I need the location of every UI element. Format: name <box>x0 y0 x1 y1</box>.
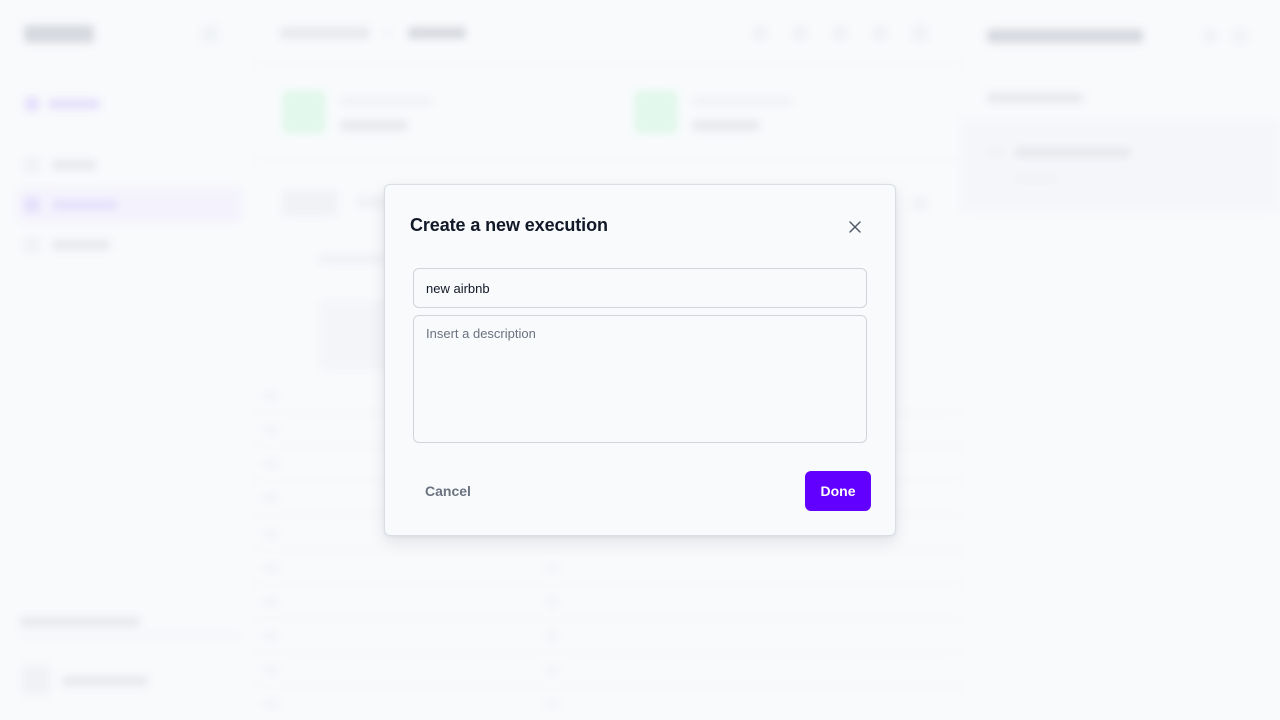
execution-name-input[interactable] <box>413 268 867 308</box>
done-button[interactable]: Done <box>805 471 871 511</box>
close-button[interactable] <box>845 217 865 237</box>
cancel-button[interactable]: Cancel <box>413 472 483 510</box>
close-icon <box>849 221 861 233</box>
execution-description-input[interactable] <box>413 315 867 443</box>
create-execution-modal: Create a new execution Cancel Done <box>384 184 896 536</box>
modal-title: Create a new execution <box>410 215 608 235</box>
